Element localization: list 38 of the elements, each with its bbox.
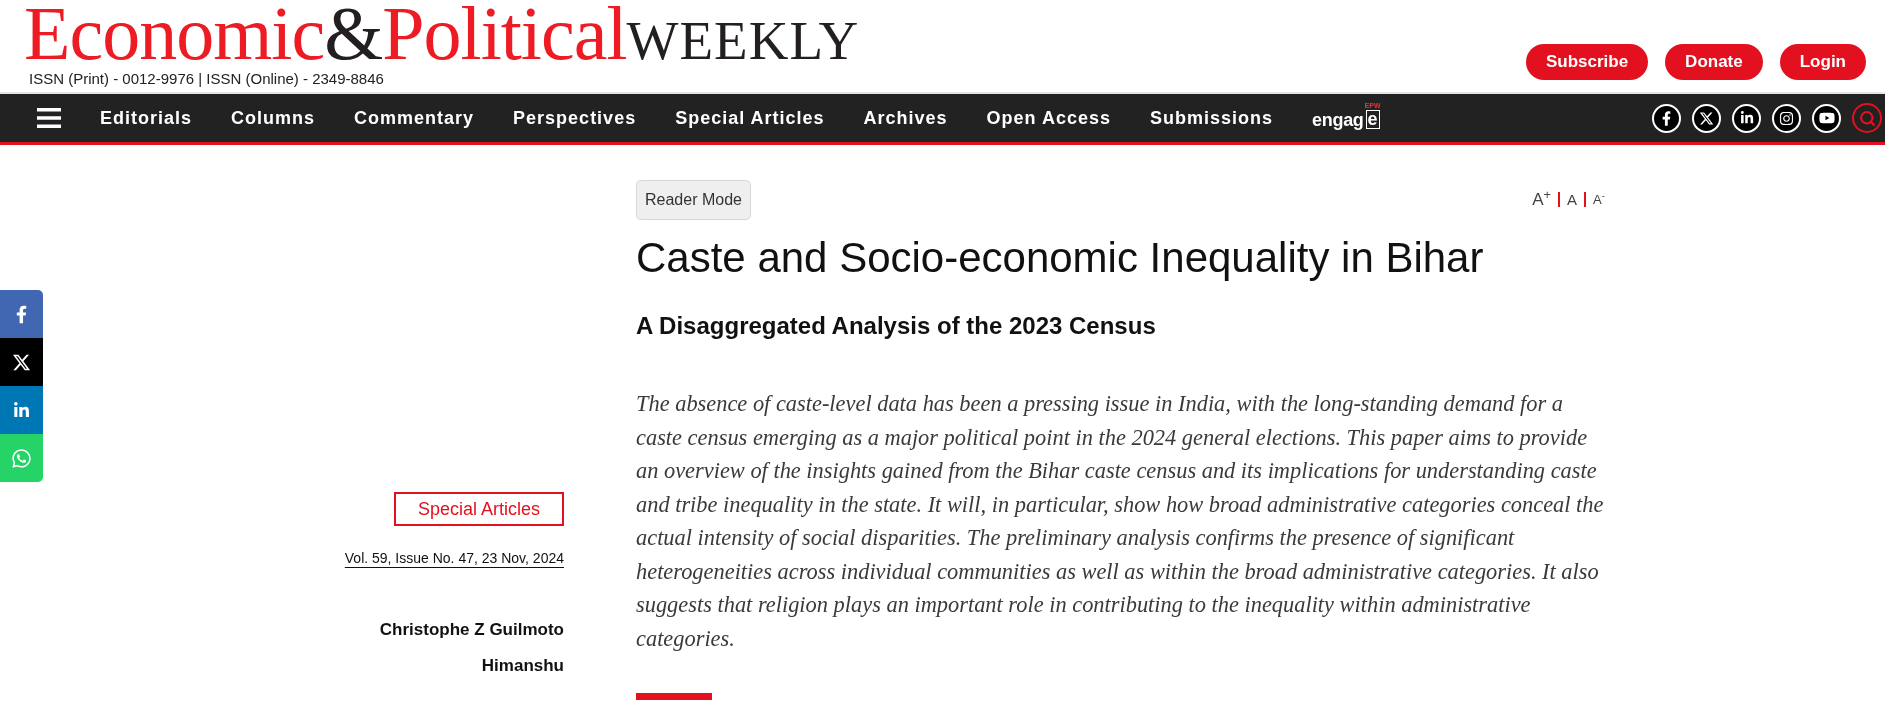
site-logo[interactable]: Economic&PoliticalWEEKLY [24,0,860,71]
abstract-text: The absence of caste-level data has been a pressing issue in India, with the long-standing demand for a caste census emerging as a major political point in the 2024 general elections. This paper aims to provide an overview of the insights gained from the Bihar caste census and its implications for understanding caste and tribe inequality in the state. It will, in particular, show how broad administrative categories conceal the actual intensity of social disparities. The preliminary analysis confirms the presence of significant heterogeneities across individual communities as well as within the broad administrative categories. It also suggests that religion plays an important role in contributing to the inequality within administrative categories. [636,390,1605,653]
x-logo-icon [12,352,31,372]
article-subtitle: A Disaggregated Analysis of the 2023 Census [636,311,1156,341]
nav-link[interactable]: Editorials [100,104,193,132]
author-link[interactable]: Himanshu [481,655,564,677]
nav-link[interactable]: Archives [863,104,948,132]
nav-link[interactable]: Commentary [354,104,475,132]
facebook-icon[interactable] [1652,103,1681,133]
nav-link[interactable]: Special Articles [675,104,825,132]
menu-icon[interactable] [37,108,61,128]
author-link[interactable]: Christophe Z Guilmoto [379,619,564,641]
linkedin-share-button[interactable] [0,386,43,434]
nav-link[interactable]: Submissions [1150,104,1274,132]
search-icon[interactable] [1852,103,1882,133]
linkedin-icon[interactable] [1732,103,1761,133]
linkedin-icon [13,401,30,419]
donate-button[interactable]: Donate [1665,44,1763,80]
decrease-font-button[interactable]: A$^{-}$ [1593,190,1605,210]
x-share-button[interactable] [0,338,43,386]
subscribe-button[interactable]: Subscribe [1525,44,1649,80]
increase-font-button[interactable]: A$^{+}$ [1532,190,1552,210]
youtube-icon[interactable] [1812,103,1841,133]
x-logo-icon[interactable] [1692,103,1721,133]
issn-text: ISSN (Print) - 0012-9976 | ISSN (Online) - 2349-8846 [29,70,384,88]
section-tag[interactable]: Special Articles [393,492,564,526]
login-button[interactable]: Login [1779,44,1866,80]
facebook-share-button[interactable] [0,290,43,338]
reset-font-button[interactable]: A [1567,190,1578,210]
article-title: Caste and Socio-economic Inequality in Bihar [636,233,1484,283]
nav-link[interactable]: Columns [231,104,316,132]
reader-mode-button[interactable]: Reader Mode [636,180,751,220]
nav-link[interactable]: Perspectives [513,104,637,132]
whatsapp-icon [11,447,32,469]
nav-link[interactable]: Open Access [986,104,1111,132]
issue-link[interactable]: Vol. 59, Issue No. 47, 23 Nov, 2024 [344,549,564,567]
instagram-icon[interactable] [1772,103,1801,133]
facebook-icon [16,304,27,324]
